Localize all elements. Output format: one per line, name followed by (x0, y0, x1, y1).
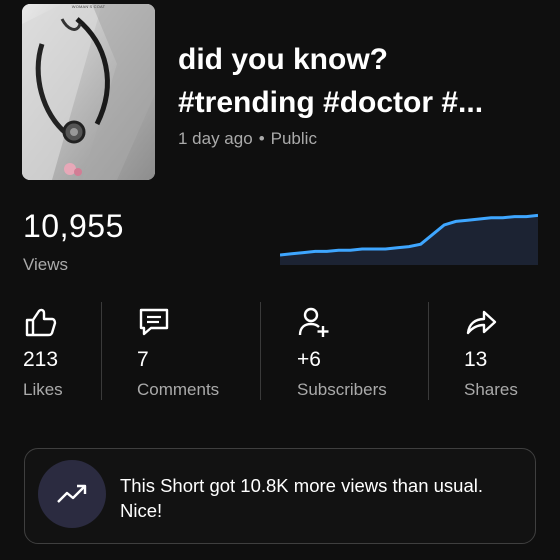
stethoscope-photo (22, 4, 155, 180)
likes-count: 213 (23, 348, 59, 371)
video-visibility: Public (270, 129, 317, 148)
stats-row: 213 Likes 7 Comments +6 Subscribers 13 S… (0, 298, 560, 404)
views-label: Views (23, 255, 69, 274)
video-title: did you know? #trending #doctor #... (178, 38, 548, 124)
stat-divider (428, 302, 429, 400)
shares-label: Shares (464, 380, 518, 399)
subscribers-label: Subscribers (297, 380, 387, 399)
views-sparkline (280, 213, 538, 265)
video-meta: 1 day ago • Public (178, 129, 317, 149)
insight-message: This Short got 10.8K more views than usu… (120, 475, 483, 521)
shares-count: 13 (464, 348, 488, 371)
trending-up-icon (57, 484, 87, 503)
meta-separator: • (258, 129, 265, 148)
stat-divider (101, 302, 102, 400)
views-count: 10,955 (23, 208, 124, 244)
video-title-line-2: #trending #doctor #... (178, 86, 484, 119)
video-title-line-1: did you know? (178, 43, 388, 76)
thumbs-up-icon (25, 308, 57, 337)
insight-badge (38, 460, 106, 528)
subscribers-count: +6 (297, 348, 321, 371)
video-age: 1 day ago (178, 129, 253, 148)
comments-label: Comments (137, 380, 220, 399)
sparkline-area (280, 215, 538, 265)
comments-count: 7 (137, 348, 149, 371)
likes-label: Likes (23, 380, 63, 399)
insight-card[interactable]: This Short got 10.8K more views than usu… (24, 448, 536, 544)
share-arrow-icon (466, 310, 497, 335)
add-person-icon (298, 307, 329, 337)
comment-icon (139, 308, 169, 336)
stat-divider (260, 302, 261, 400)
thumbnail-caption: WOMAN'S COAT (71, 4, 106, 9)
video-thumbnail[interactable]: WOMAN'S COAT (22, 4, 155, 180)
